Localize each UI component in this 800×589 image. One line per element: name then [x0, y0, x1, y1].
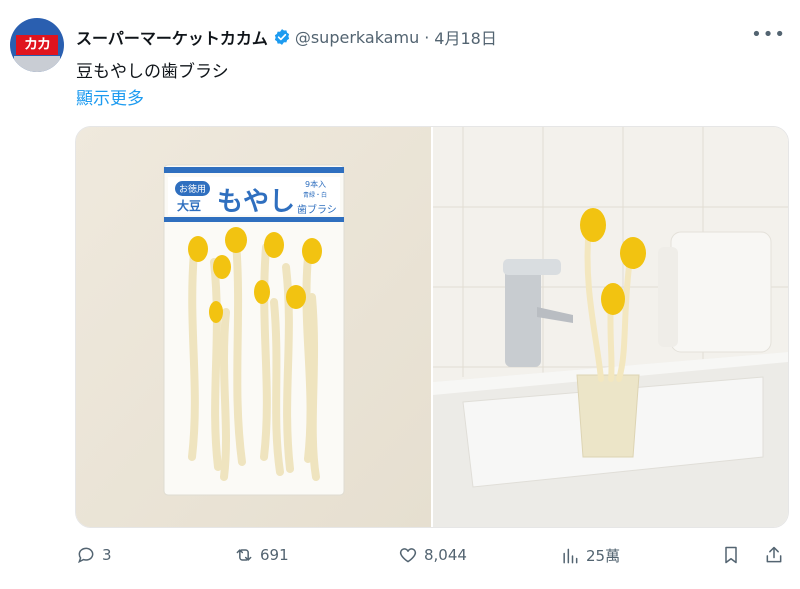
reply-button[interactable]: 3	[76, 545, 112, 565]
repost-count: 691	[260, 546, 289, 564]
reply-count: 3	[102, 546, 112, 564]
separator-dot: ·	[424, 27, 430, 47]
post-date[interactable]: 4月18日	[434, 25, 497, 49]
reply-icon	[78, 547, 94, 564]
author-handle[interactable]: @superkakamu	[295, 28, 419, 47]
bathroom-illustration	[433, 127, 788, 527]
repost-button[interactable]: 691	[234, 545, 289, 565]
package-color-note: 青緑・白	[303, 192, 328, 199]
bookmark-icon	[725, 546, 737, 564]
share-icon	[766, 546, 782, 563]
bookmark-button[interactable]	[721, 545, 747, 565]
package-label: お徳用 大豆 もやし 9本入 青緑・白 歯ブラシ	[171, 179, 341, 217]
like-count: 8,044	[424, 546, 467, 564]
package-count: 9本入	[305, 180, 327, 189]
media-image-bathroom[interactable]	[433, 127, 788, 527]
package-kind: 大豆	[177, 199, 202, 213]
action-bar: 3 691 8,044 25萬	[76, 545, 786, 571]
post-text: 豆もやしの歯ブラシ	[76, 62, 229, 82]
author-name[interactable]: スーパーマーケットカカム	[76, 25, 268, 49]
share-button[interactable]	[764, 545, 790, 565]
heart-icon	[399, 548, 417, 563]
media-grid[interactable]: お徳用 大豆 もやし 9本入 青緑・白 歯ブラシ	[75, 126, 789, 528]
avatar-building	[14, 56, 60, 72]
avatar[interactable]: カカ	[10, 18, 64, 72]
package-main: もやし	[217, 187, 296, 217]
repost-icon	[236, 549, 252, 561]
more-options-icon[interactable]: •••	[751, 24, 786, 45]
avatar-logo: カカ	[16, 35, 58, 55]
views-count: 25萬	[586, 547, 621, 565]
like-button[interactable]: 8,044	[398, 545, 467, 565]
show-more-link[interactable]: 顯示更多	[76, 84, 144, 109]
views-button[interactable]: 25萬	[560, 545, 620, 566]
package-product: 歯ブラシ	[297, 205, 337, 216]
media-image-package[interactable]: お徳用 大豆 もやし 9本入 青緑・白 歯ブラシ	[76, 127, 431, 527]
package-badge: お徳用	[175, 181, 211, 196]
views-chart-icon	[563, 548, 578, 563]
verified-badge-icon	[274, 29, 289, 45]
post-header: スーパーマーケットカカム @superkakamu · 4月18日	[76, 25, 497, 49]
